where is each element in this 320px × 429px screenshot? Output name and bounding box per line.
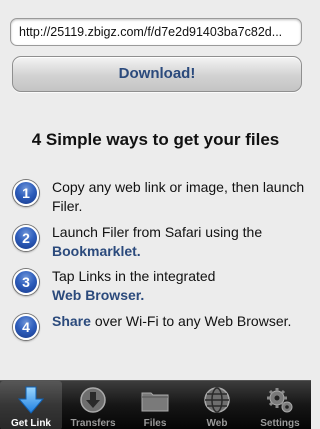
download-button[interactable]: Download! (12, 56, 302, 92)
share-link[interactable]: Share (52, 313, 91, 329)
step-number-badge: 1 (13, 180, 39, 206)
download-arrow-icon (17, 386, 45, 414)
tab-bar: Get Link Transfers Files Web Settings (0, 380, 311, 429)
url-input[interactable]: http://25119.zbigz.com/f/d7e2d91403ba7c8… (10, 18, 302, 46)
tab-web[interactable]: Web (186, 381, 248, 429)
globe-icon (204, 387, 230, 413)
tab-label: Transfers (70, 418, 116, 429)
gear-icon (267, 388, 293, 413)
step-text-plain: Tap Links in the integrated (52, 268, 216, 284)
step-text-plain: over Wi-Fi to any Web Browser. (94, 313, 292, 329)
tab-transfers[interactable]: Transfers (62, 381, 124, 429)
tab-label: Web (206, 418, 228, 429)
tab-label: Settings (260, 418, 300, 429)
step-text-plain: Launch Filer from Safari using the (52, 224, 263, 240)
step-number-badge: 2 (13, 225, 39, 251)
folder-icon (141, 392, 169, 412)
step-number-badge: 3 (13, 269, 39, 295)
tab-get-link[interactable]: Get Link (0, 381, 62, 429)
web-browser-link[interactable]: Web Browser. (52, 287, 144, 303)
tab-label: Get Link (10, 418, 51, 429)
tab-files[interactable]: Files (124, 381, 186, 429)
tab-label: Files (143, 418, 167, 429)
tab-settings[interactable]: Settings (249, 381, 311, 429)
transfers-icon (80, 387, 106, 413)
instructions-heading: 4 Simple ways to get your files (31, 130, 280, 149)
step-text: Copy any web link or image, then launch … (52, 179, 305, 214)
step-text: Tap Links in the integrated Web Browser. (52, 267, 307, 305)
step-text: Share over Wi-Fi to any Web Browser. (52, 312, 307, 331)
step-text: Launch Filer from Safari using the Bookm… (52, 223, 307, 261)
step-number-badge: 4 (13, 314, 39, 340)
bookmarklet-link[interactable]: Bookmarklet. (52, 243, 141, 259)
